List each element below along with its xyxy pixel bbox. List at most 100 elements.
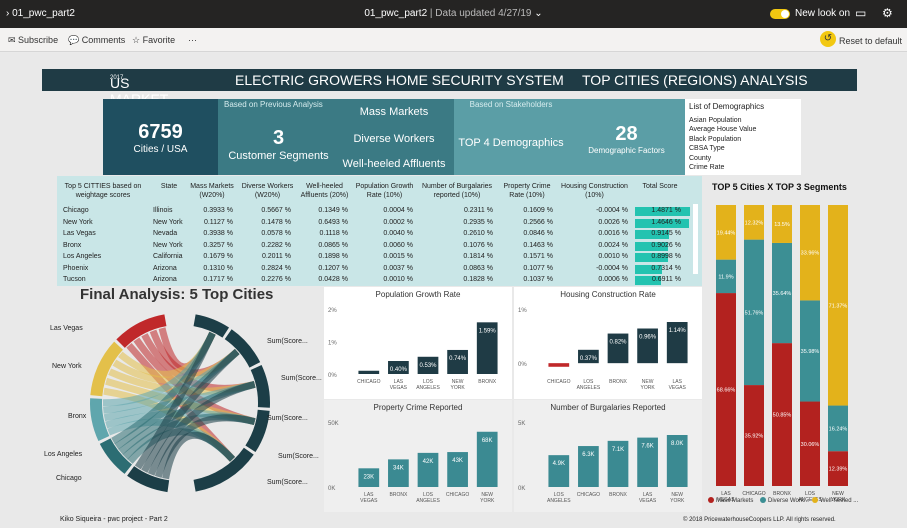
data-label: 0.40%: [390, 367, 408, 373]
cities-label: Cities / USA: [133, 144, 188, 155]
demographic-item[interactable]: Average House Value: [689, 125, 797, 135]
table-cell: 0.7314 %: [651, 264, 681, 272]
column-header[interactable]: Mass Markets (W20%): [187, 182, 237, 200]
table-scrollbar[interactable]: [693, 204, 698, 274]
table-cell: 0.1898 %: [318, 253, 348, 260]
bar[interactable]: [388, 459, 409, 487]
table-cell: California: [153, 253, 183, 260]
y-tick: 2%: [328, 308, 337, 314]
factors-value: 28: [615, 123, 638, 145]
reset-button[interactable]: Reset to default: [839, 36, 902, 46]
demographic-item[interactable]: County: [689, 154, 797, 164]
data-label: 35.64%: [773, 291, 792, 297]
table-cell: 0.2011 %: [261, 253, 291, 260]
data-label: 35.98%: [801, 349, 820, 355]
data-label: 0.82%: [609, 340, 627, 346]
table-cell: 0.2610 %: [463, 230, 493, 237]
data-label: 0.96%: [639, 335, 657, 341]
population-growth-chart: Population Growth Rate 2% 1% 0% CHICAGO 0.40%…: [328, 290, 498, 391]
table-row[interactable]: Chicago Illinois 0.3933 % 0.5667 % 0.1349 % 0…: [57, 206, 697, 217]
new-look-toggle[interactable]: [770, 9, 790, 19]
table-cell: 0.0040 %: [383, 230, 413, 237]
column-header[interactable]: Population Growth Rate (10%): [352, 182, 417, 200]
table-row[interactable]: Las Vegas Nevada 0.3938 % 0.0578 % 0.1118 % 0…: [57, 229, 697, 240]
favorite-button[interactable]: ☆ Favorite: [132, 35, 175, 46]
table-cell: Nevada: [153, 230, 178, 237]
x-tick: YORK: [480, 498, 495, 504]
table-row[interactable]: New York New York 0.1127 % 0.1478 % 0.6493 %…: [57, 218, 697, 229]
report-canvas: US MARKET 2017 ELECTRIC GROWERS HOME SEC…: [0, 53, 907, 528]
chart-title: Number of Burgalaries Reported: [550, 403, 665, 412]
report-name: 01_pwc_part2: [364, 8, 428, 19]
data-label: 35.92%: [745, 434, 764, 440]
chord-sum-label: Sum(Score...: [267, 479, 308, 486]
demographic-item[interactable]: Black Population: [689, 135, 797, 145]
data-label: 7.6K: [641, 444, 653, 450]
header-right: TOP CITIES (REGIONS) ANALYSIS: [582, 72, 808, 88]
burglaries-panel: Number of Burgalaries Reported 5K 0K 4.9K LO…: [514, 400, 702, 512]
data-label: 0.53%: [419, 363, 437, 369]
comments-button[interactable]: 💬 Comments: [68, 35, 125, 46]
table-cell: 0.0010 %: [383, 276, 413, 283]
column-header[interactable]: Housing Construction (10%): [557, 182, 632, 200]
table-cell: 0.5667 %: [261, 207, 291, 214]
data-label: 51.76%: [745, 310, 764, 316]
property-crime-chart: Property Crime Reported50K0K23KLASVEGAS3…: [328, 403, 498, 504]
bar[interactable]: [447, 349, 468, 374]
top4-demographics: TOP 4 Demographics: [458, 137, 564, 149]
table-cell: Tucson: [63, 276, 86, 283]
column-header[interactable]: State: [149, 182, 189, 191]
demographics-list[interactable]: List of Demographics Asian Population Ave…: [685, 99, 801, 175]
column-header[interactable]: Number of Burgalaries reported (10%): [417, 182, 497, 200]
data-label: 43K: [452, 458, 463, 464]
data-label: 12.32%: [745, 220, 764, 226]
data-label: 33.96%: [801, 251, 820, 257]
table-row[interactable]: Bronx New York 0.3257 % 0.2282 % 0.0865 % 0.0…: [57, 241, 697, 252]
header-mid: ELECTRIC GROWERS HOME SECURITY SYSTEM: [235, 72, 564, 88]
table-cell: 0.6493 %: [318, 218, 348, 226]
demographic-item[interactable]: Asian Population: [689, 116, 797, 126]
table-cell: 0.1127 %: [203, 218, 233, 226]
column-header[interactable]: Well-heeled Affluents (20%): [297, 182, 352, 200]
table-cell: Illinois: [153, 207, 173, 214]
column-header[interactable]: Total Score: [635, 182, 685, 191]
column-header[interactable]: Property Crime Rate (10%): [497, 182, 557, 200]
demographic-item[interactable]: Crime Rate: [689, 163, 797, 173]
demographic-item[interactable]: CBSA Type: [689, 144, 797, 154]
new-look-label: New look on: [795, 8, 851, 19]
table-cell: 0.2282 %: [261, 241, 291, 249]
table-cell: 0.1463 %: [523, 241, 553, 249]
table-row[interactable]: Tucson Arizona 0.1717 % 0.2276 % 0.0428 % 0.0…: [57, 275, 697, 286]
favorite-label: Favorite: [142, 35, 176, 45]
column-header[interactable]: Top 5 CITTIES based on weightage scores: [59, 182, 147, 200]
chord-city-label: Chicago: [56, 475, 82, 482]
chord-sum-label: Sum(Score...: [278, 453, 319, 460]
table-cell: 1.4871 %: [651, 207, 681, 214]
table-cell: Arizona: [153, 276, 177, 283]
factors-label: Demographic Factors: [588, 146, 665, 155]
table-cell: 0.9026 %: [651, 241, 681, 249]
gear-icon[interactable]: ⚙: [882, 6, 893, 20]
legend-marker: [812, 497, 818, 503]
chevron-down-icon[interactable]: ⌄: [534, 8, 542, 19]
more-button[interactable]: ···: [188, 35, 197, 45]
table-cell: 0.0026 %: [598, 218, 628, 226]
prev-analysis-label: Based on Previous Analysis: [224, 100, 323, 109]
table-row[interactable]: Los Angeles California 0.1679 % 0.2011 % 0.1…: [57, 252, 697, 263]
table-row[interactable]: Phoenix Arizona 0.1310 % 0.2824 % 0.1207 % 0.…: [57, 264, 697, 275]
bar[interactable]: [358, 370, 380, 374]
table-cell: 0.0006 %: [598, 276, 628, 283]
top-bar: › 01_pwc_part2 01_pwc_part2 | Data updat…: [0, 0, 907, 28]
comment-icon[interactable]: ▭: [855, 6, 866, 20]
bar[interactable]: [548, 363, 570, 367]
bar[interactable]: [607, 333, 629, 364]
subscribe-button[interactable]: ✉ Subscribe: [8, 35, 58, 46]
column-header[interactable]: Diverse Workers (W20%): [240, 182, 295, 200]
bar[interactable]: [548, 455, 570, 487]
burglaries-chart: Number of Burgalaries Reported5K0K4.9KLO…: [518, 403, 688, 504]
table-cell: 0.3933 %: [203, 207, 233, 214]
reset-icon[interactable]: ↺: [820, 31, 836, 47]
factors-kpi: 28 Demographic Factors: [568, 123, 685, 155]
segments-value: 3: [272, 127, 285, 149]
chord-city-label: Los Angeles: [44, 451, 83, 458]
